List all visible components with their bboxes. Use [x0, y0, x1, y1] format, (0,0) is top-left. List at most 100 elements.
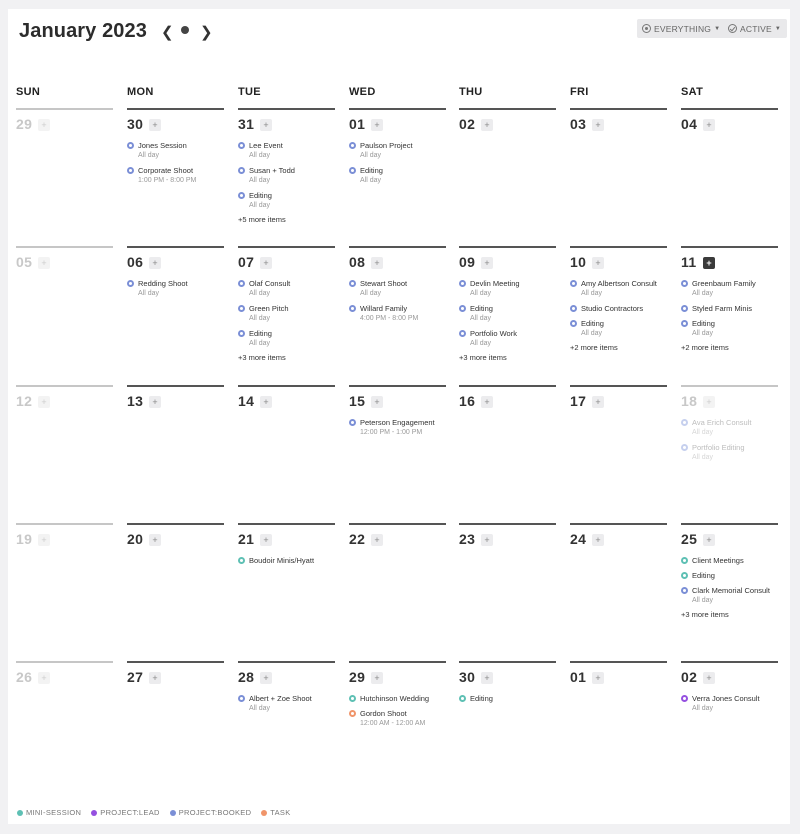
more-items-link[interactable]: +3 more items	[238, 353, 335, 362]
add-item-plus-icon[interactable]: +	[703, 119, 715, 131]
add-item-plus-icon[interactable]: +	[38, 257, 50, 269]
filter-everything-button[interactable]: EVERYTHING ▼	[637, 19, 727, 38]
add-item-plus-icon[interactable]: +	[371, 672, 383, 684]
day-cell[interactable]: 28 + Albert + Zoe Shoot All day	[238, 661, 335, 791]
event-item[interactable]: Studio Contractors	[570, 303, 667, 314]
day-cell[interactable]: 03 +	[570, 108, 667, 238]
add-item-plus-icon[interactable]: +	[481, 672, 493, 684]
add-item-plus-icon[interactable]: +	[703, 257, 715, 269]
day-cell[interactable]: 12 +	[16, 385, 113, 515]
event-item[interactable]: Verra Jones Consult All day	[681, 693, 778, 714]
event-item[interactable]: Corporate Shoot 1:00 PM - 8:00 PM	[127, 165, 224, 186]
add-item-plus-icon[interactable]: +	[592, 672, 604, 684]
event-item[interactable]: Stewart Shoot All day	[349, 278, 446, 299]
add-item-plus-icon[interactable]: +	[371, 257, 383, 269]
add-item-plus-icon[interactable]: +	[703, 396, 715, 408]
more-items-link[interactable]: +2 more items	[681, 343, 778, 352]
add-item-plus-icon[interactable]: +	[592, 534, 604, 546]
day-cell[interactable]: 05 +	[16, 246, 113, 376]
event-item[interactable]: Editing All day	[459, 303, 556, 324]
day-cell[interactable]: 09 + Devlin Meeting All day Editing All day Po…	[459, 246, 556, 376]
event-item[interactable]: Ava Erich Consult All day	[681, 417, 778, 438]
event-item[interactable]: Editing	[681, 570, 778, 581]
more-items-link[interactable]: +3 more items	[681, 610, 778, 619]
add-item-plus-icon[interactable]: +	[149, 672, 161, 684]
event-item[interactable]: Peterson Engagement 12:00 PM - 1:00 PM	[349, 417, 446, 438]
day-cell[interactable]: 27 +	[127, 661, 224, 791]
event-item[interactable]: Editing All day	[238, 190, 335, 211]
filter-active-button[interactable]: ACTIVE ▼	[723, 19, 788, 38]
add-item-plus-icon[interactable]: +	[592, 119, 604, 131]
day-cell[interactable]: 02 +	[459, 108, 556, 238]
day-cell[interactable]: 08 + Stewart Shoot All day Willard Family 4:0…	[349, 246, 446, 376]
more-items-link[interactable]: +2 more items	[570, 343, 667, 352]
add-item-plus-icon[interactable]: +	[592, 257, 604, 269]
event-item[interactable]: Gordon Shoot 12:00 AM - 12:00 AM	[349, 708, 446, 729]
event-item[interactable]: Editing All day	[681, 318, 778, 339]
event-item[interactable]: Green Pitch All day	[238, 303, 335, 324]
next-month-chevron-icon[interactable]: ❯	[200, 23, 213, 41]
day-cell[interactable]: 18 + Ava Erich Consult All day Portfolio Edi…	[681, 385, 778, 515]
event-item[interactable]: Willard Family 4:00 PM - 8:00 PM	[349, 303, 446, 324]
day-cell[interactable]: 07 + Olaf Consult All day Green Pitch All day…	[238, 246, 335, 376]
add-item-plus-icon[interactable]: +	[481, 119, 493, 131]
event-item[interactable]: Editing All day	[349, 165, 446, 186]
event-item[interactable]: Editing	[459, 693, 556, 704]
event-item[interactable]: Susan + Todd All day	[238, 165, 335, 186]
event-item[interactable]: Amy Albertson Consult All day	[570, 278, 667, 299]
day-cell[interactable]: 15 + Peterson Engagement 12:00 PM - 1:00 PM	[349, 385, 446, 515]
add-item-plus-icon[interactable]: +	[149, 257, 161, 269]
add-item-plus-icon[interactable]: +	[149, 119, 161, 131]
event-item[interactable]: Greenbaum Family All day	[681, 278, 778, 299]
day-cell[interactable]: 30 + Editing	[459, 661, 556, 791]
day-cell[interactable]: 02 + Verra Jones Consult All day	[681, 661, 778, 791]
add-item-plus-icon[interactable]: +	[38, 396, 50, 408]
event-item[interactable]: Paulson Project All day	[349, 140, 446, 161]
event-item[interactable]: Editing All day	[238, 328, 335, 349]
add-item-plus-icon[interactable]: +	[703, 534, 715, 546]
day-cell[interactable]: 22 +	[349, 523, 446, 653]
day-cell[interactable]: 14 +	[238, 385, 335, 515]
event-item[interactable]: Portfolio Editing All day	[681, 442, 778, 463]
add-item-plus-icon[interactable]: +	[371, 396, 383, 408]
day-cell[interactable]: 01 +	[570, 661, 667, 791]
event-item[interactable]: Hutchinson Wedding	[349, 693, 446, 704]
add-item-plus-icon[interactable]: +	[260, 534, 272, 546]
day-cell[interactable]: 30 + Jones Session All day Corporate Shoot 1:…	[127, 108, 224, 238]
day-cell[interactable]: 23 +	[459, 523, 556, 653]
day-cell[interactable]: 19 +	[16, 523, 113, 653]
day-cell[interactable]: 24 +	[570, 523, 667, 653]
add-item-plus-icon[interactable]: +	[260, 396, 272, 408]
add-item-plus-icon[interactable]: +	[703, 672, 715, 684]
event-item[interactable]: Redding Shoot All day	[127, 278, 224, 299]
add-item-plus-icon[interactable]: +	[371, 119, 383, 131]
add-item-plus-icon[interactable]: +	[592, 396, 604, 408]
prev-month-chevron-icon[interactable]: ❮	[161, 23, 174, 41]
day-cell[interactable]: 31 + Lee Event All day Susan + Todd All day Ed…	[238, 108, 335, 238]
day-cell[interactable]: 16 +	[459, 385, 556, 515]
day-cell[interactable]: 13 +	[127, 385, 224, 515]
day-cell[interactable]: 21 + Boudoir Minis/Hyatt	[238, 523, 335, 653]
event-item[interactable]: Lee Event All day	[238, 140, 335, 161]
event-item[interactable]: Portfolio Work All day	[459, 328, 556, 349]
day-cell[interactable]: 25 + Client Meetings Editing Clark Memorial …	[681, 523, 778, 653]
event-item[interactable]: Boudoir Minis/Hyatt	[238, 555, 335, 566]
event-item[interactable]: Devlin Meeting All day	[459, 278, 556, 299]
event-item[interactable]: Jones Session All day	[127, 140, 224, 161]
add-item-plus-icon[interactable]: +	[38, 534, 50, 546]
event-item[interactable]: Styled Farm Minis	[681, 303, 778, 314]
add-item-plus-icon[interactable]: +	[260, 257, 272, 269]
day-cell[interactable]: 29 + Hutchinson Wedding Gordon Shoot 12:00 A…	[349, 661, 446, 791]
add-item-plus-icon[interactable]: +	[481, 396, 493, 408]
day-cell[interactable]: 20 +	[127, 523, 224, 653]
day-cell[interactable]: 06 + Redding Shoot All day	[127, 246, 224, 376]
add-item-plus-icon[interactable]: +	[38, 119, 50, 131]
event-item[interactable]: Albert + Zoe Shoot All day	[238, 693, 335, 714]
event-item[interactable]: Client Meetings	[681, 555, 778, 566]
add-item-plus-icon[interactable]: +	[149, 534, 161, 546]
day-cell[interactable]: 26 +	[16, 661, 113, 791]
day-cell[interactable]: 01 + Paulson Project All day Editing All day	[349, 108, 446, 238]
add-item-plus-icon[interactable]: +	[481, 257, 493, 269]
day-cell[interactable]: 11 + Greenbaum Family All day Styled Farm Mi…	[681, 246, 778, 376]
day-cell[interactable]: 29 +	[16, 108, 113, 238]
